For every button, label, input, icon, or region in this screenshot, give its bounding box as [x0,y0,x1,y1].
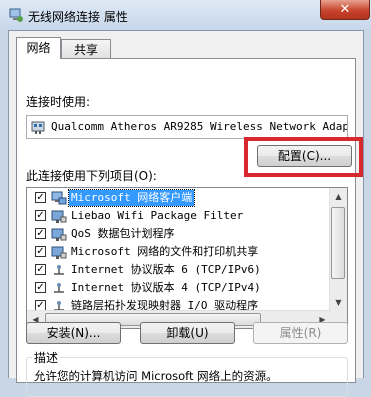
title-bar: 无线网络连接 属性 ✕ [0,0,371,30]
item-name: Internet 协议版本 6 (TCP/IPv6) [71,263,261,276]
scroll-down-arrow-icon[interactable]: ▼ [330,294,347,311]
protocol-icon [54,265,64,275]
items-label: 此连接使用下列项目(O): [26,169,157,183]
checkbox[interactable]: ✓ [35,192,46,203]
network-tab-panel: 连接时使用: Qualcomm Atheros AR9285 Wireless … [16,58,363,397]
protocol-icon [54,283,64,293]
list-item[interactable]: ✓ Internet 协议版本 4 (TCP/IPv4) [27,279,331,297]
network-connection-icon [9,8,23,22]
scroll-thumb[interactable] [331,207,345,279]
checkbox[interactable]: ✓ [35,228,46,239]
list-item[interactable]: ✓ Microsoft 网络的文件和打印机共享 [27,243,331,261]
list-item[interactable]: ✓ Internet 协议版本 6 (TCP/IPv6) [27,261,331,279]
item-name: Microsoft 网络客户端 [67,189,196,207]
tab-network[interactable]: 网络 [16,37,61,59]
vertical-scrollbar[interactable]: ▲ ▼ [329,188,347,328]
install-button[interactable]: 安装(N)... [26,322,121,344]
item-name: Liebao Wifi Package Filter [71,209,244,222]
list-item[interactable]: ✓ QoS 数据包计划程序 [27,225,331,243]
adapter-name: Qualcomm Atheros AR9285 Wireless Network… [51,120,348,133]
tab-sharing[interactable]: 共享 [61,39,111,59]
adapter-field: Qualcomm Atheros AR9285 Wireless Network… [26,115,348,139]
properties-dialog: 网络 共享 连接时使用: Qualcomm Atheros AR9285 Wir… [8,30,364,397]
close-button[interactable]: ✕ [320,0,370,20]
checkbox[interactable]: ✓ [35,264,46,275]
network-adapter-icon [31,121,45,134]
items-list[interactable]: ✓ Microsoft 网络客户端 ✓ Liebao Wifi Package … [26,187,348,329]
network-service-icon [51,228,67,241]
network-service-icon [51,210,67,223]
list-item[interactable]: ✓ Microsoft 网络客户端 [27,189,331,207]
checkbox[interactable]: ✓ [35,246,46,257]
list-item[interactable]: ✓ Liebao Wifi Package Filter [27,207,331,225]
description-legend: 描述 [32,349,61,366]
scroll-up-arrow-icon[interactable]: ▲ [330,188,347,205]
checkbox[interactable]: ✓ [35,282,46,293]
item-name: Microsoft 网络的文件和打印机共享 [71,245,259,258]
uninstall-button[interactable]: 卸载(U) [140,322,235,344]
properties-button[interactable]: 属性(R) [253,322,348,344]
description-group: 描述 允许您的计算机访问 Microsoft 网络上的资源。 [26,349,348,397]
checkbox[interactable]: ✓ [35,210,46,221]
item-name: QoS 数据包计划程序 [71,227,175,240]
configure-button[interactable]: 配置(C)... [257,145,352,167]
description-text: 允许您的计算机访问 Microsoft 网络上的资源。 [34,369,278,383]
network-client-icon [51,191,67,205]
window-title: 无线网络连接 属性 [28,10,128,24]
item-name: Internet 协议版本 4 (TCP/IPv4) [71,281,261,294]
network-service-icon [51,246,67,259]
connect-using-label: 连接时使用: [26,95,91,109]
